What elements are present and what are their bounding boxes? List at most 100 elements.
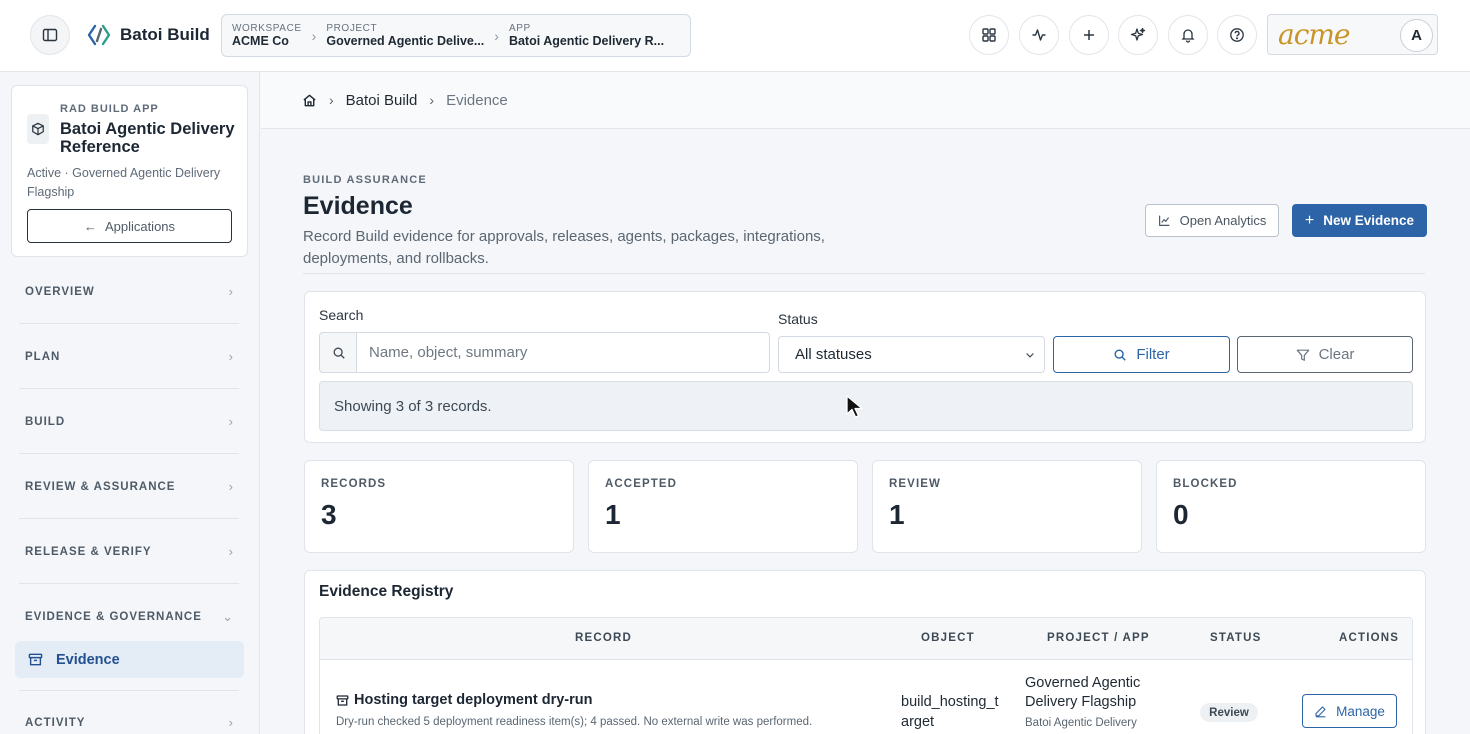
- column-header-record[interactable]: RECORD: [575, 632, 632, 644]
- manage-button[interactable]: Manage: [1302, 694, 1397, 728]
- stat-value: 3: [321, 499, 337, 530]
- search-icon: [1114, 348, 1127, 361]
- status-select-value: All statuses: [795, 346, 872, 363]
- arrow-left-icon: ←: [83, 218, 97, 234]
- crumb-project[interactable]: PROJECT Governed Agentic Delive...: [326, 23, 484, 48]
- manage-label: Manage: [1336, 703, 1385, 719]
- stat-value: 0: [1173, 499, 1189, 530]
- create-button[interactable]: [1069, 15, 1109, 55]
- archive-icon: [336, 694, 349, 706]
- activity-button[interactable]: [1019, 15, 1059, 55]
- evidence-registry: Evidence Registry RECORD OBJECT PROJECT …: [304, 570, 1426, 734]
- record-title[interactable]: Hosting target deployment dry-run: [336, 692, 592, 708]
- evidence-table: RECORD OBJECT PROJECT / APP STATUS ACTIO…: [319, 617, 1413, 734]
- activity-icon: [1032, 29, 1046, 41]
- package-icon: [27, 114, 49, 144]
- applications-button[interactable]: ← Applications: [27, 209, 232, 243]
- chevron-right-icon: ›: [228, 349, 233, 364]
- crumb-app[interactable]: APP Batoi Agentic Delivery R...: [509, 23, 664, 48]
- record-project: Governed Agentic Delivery Flagship: [1025, 675, 1141, 710]
- sidebar-toggle-button[interactable]: [30, 15, 70, 55]
- column-header-object[interactable]: OBJECT: [921, 632, 975, 644]
- home-icon[interactable]: [302, 93, 317, 108]
- stat-label: BLOCKED: [1173, 478, 1238, 490]
- nav-section-label: ACTIVITY: [25, 716, 86, 729]
- sparkle-icon: [1130, 27, 1146, 41]
- avatar[interactable]: A: [1400, 19, 1433, 52]
- crumb-value: Governed Agentic Delive...: [326, 34, 485, 48]
- notifications-button[interactable]: [1168, 15, 1208, 55]
- open-analytics-button[interactable]: Open Analytics: [1145, 204, 1279, 237]
- breadcrumb-link[interactable]: Batoi Build: [346, 92, 418, 109]
- filter-button[interactable]: Filter: [1053, 336, 1230, 373]
- nav-section-label: OVERVIEW: [25, 285, 95, 298]
- nav-section-overview[interactable]: OVERVIEW ›: [19, 260, 239, 324]
- registry-title: Evidence Registry: [319, 583, 454, 600]
- clear-button[interactable]: Clear: [1237, 336, 1413, 373]
- crumb-label: APP: [508, 23, 531, 34]
- record-object: build_hosting_target: [901, 694, 999, 730]
- stat-label: ACCEPTED: [605, 478, 678, 490]
- new-evidence-label: New Evidence: [1323, 213, 1415, 228]
- status-label: Status: [778, 311, 818, 327]
- filter-panel: Search Status All statuses Filter Clear …: [304, 291, 1426, 443]
- crumb-workspace[interactable]: WORKSPACE ACME Co: [232, 23, 302, 48]
- sidebar-toggle-icon: [42, 28, 58, 42]
- sidebar-item-label: Evidence: [56, 651, 120, 668]
- bell-icon: [1181, 29, 1195, 43]
- plus-icon: [1084, 30, 1094, 40]
- nav-section-activity[interactable]: ACTIVITY ›: [19, 690, 239, 734]
- chevron-right-icon: ›: [329, 92, 334, 108]
- stat-label: RECORDS: [321, 478, 387, 490]
- sidebar-item-evidence[interactable]: Evidence: [15, 641, 244, 678]
- clear-label: Clear: [1318, 346, 1355, 363]
- page-eyebrow: BUILD ASSURANCE: [303, 174, 427, 186]
- breadcrumb-current: Evidence: [446, 91, 508, 109]
- chevron-right-icon: ›: [311, 27, 317, 44]
- account-menu[interactable]: acme A: [1267, 14, 1438, 55]
- divider: [303, 273, 1425, 274]
- applications-label: Applications: [104, 218, 176, 234]
- crumb-value: Batoi Agentic Delivery R...: [508, 34, 665, 48]
- nav-section-plan[interactable]: PLAN ›: [19, 325, 239, 389]
- funnel-icon: [1296, 349, 1309, 361]
- chevron-right-icon: ›: [228, 479, 233, 494]
- context-breadcrumb[interactable]: WORKSPACE ACME Co › PROJECT Governed Age…: [221, 14, 691, 57]
- record-title-text: Hosting target deployment dry-run: [354, 692, 593, 708]
- search-icon: [319, 332, 357, 373]
- nav-section-release-verify[interactable]: RELEASE & VERIFY ›: [19, 520, 239, 584]
- stat-value: 1: [889, 499, 905, 530]
- ai-assistant-button[interactable]: [1118, 15, 1158, 55]
- help-button[interactable]: [1217, 15, 1257, 55]
- org-logo: acme: [1278, 18, 1350, 51]
- chevron-down-icon: [1026, 352, 1034, 358]
- record-app: Batoi Agentic Delivery: [1025, 717, 1137, 729]
- pencil-icon: [1315, 705, 1326, 717]
- chevron-down-icon: ⌄: [222, 609, 233, 624]
- stat-card-accepted: ACCEPTED 1: [588, 460, 858, 553]
- nav-section-build[interactable]: BUILD ›: [19, 390, 239, 454]
- top-bar: Batoi Build WORKSPACE ACME Co › PROJECT …: [0, 0, 1470, 72]
- status-select[interactable]: All statuses: [778, 336, 1045, 373]
- column-header-project-app[interactable]: PROJECT / APP: [1047, 632, 1150, 644]
- column-header-status[interactable]: STATUS: [1210, 632, 1262, 644]
- column-header-actions: ACTIONS: [1339, 632, 1400, 644]
- new-evidence-button[interactable]: + New Evidence: [1292, 204, 1427, 237]
- filter-label: Filter: [1136, 346, 1170, 363]
- chevron-right-icon: ›: [228, 414, 233, 429]
- app-name: Batoi Agentic Delivery Reference: [60, 120, 235, 156]
- chevron-right-icon: ›: [228, 715, 233, 730]
- chevron-right-icon: ›: [228, 544, 233, 559]
- brand[interactable]: Batoi Build: [86, 22, 210, 48]
- apps-grid-button[interactable]: [969, 15, 1009, 55]
- nav-section-review-assurance[interactable]: REVIEW & ASSURANCE ›: [19, 455, 239, 519]
- page-title: Evidence: [303, 192, 413, 220]
- chevron-right-icon: ›: [429, 92, 435, 108]
- plus-icon: +: [1304, 211, 1315, 229]
- chevron-right-icon: ›: [494, 27, 499, 44]
- crumb-value: ACME Co: [232, 34, 289, 48]
- nav-section-evidence-governance[interactable]: EVIDENCE & GOVERNANCE ⌄: [19, 585, 239, 649]
- search-input[interactable]: [356, 332, 770, 373]
- open-analytics-label: Open Analytics: [1179, 213, 1267, 228]
- app-description: Active · Governed Agentic Delivery Flags…: [27, 166, 221, 199]
